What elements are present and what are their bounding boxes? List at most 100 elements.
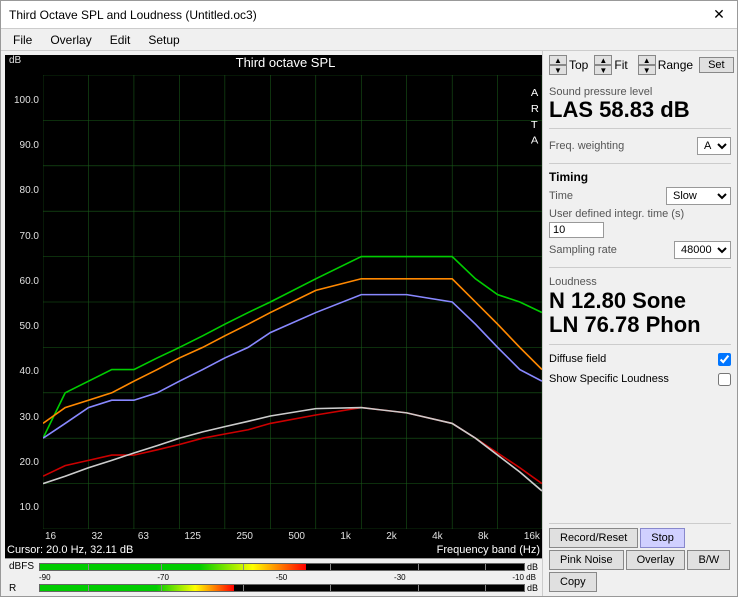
close-button[interactable]: ✕ xyxy=(709,5,729,25)
divider-1 xyxy=(549,128,731,129)
x-8k: 8k xyxy=(478,531,489,542)
title-bar: Third Octave SPL and Loudness (Untitled.… xyxy=(1,1,737,29)
user-time-row: User defined integr. time (s) xyxy=(549,208,731,238)
x-63: 63 xyxy=(138,531,149,542)
top-up-btn[interactable]: ▲ xyxy=(549,55,567,65)
copy-button[interactable]: Copy xyxy=(549,572,597,592)
n-value: N 12.80 Sone xyxy=(549,289,731,313)
freq-weighting-label: Freq. weighting xyxy=(549,140,624,152)
spl-value: LAS 58.83 dB xyxy=(549,98,731,122)
x-32: 32 xyxy=(91,531,102,542)
diffuse-field-row: Diffuse field xyxy=(549,353,731,366)
bottom-info-bar: Cursor: 20.0 Hz, 32.11 dB Frequency band… xyxy=(5,543,542,558)
x-1k: 1k xyxy=(340,531,351,542)
graph-wrapper: dB Third octave SPL 100.0 90.0 80.0 70.0… xyxy=(5,55,542,558)
y-20: 20.0 xyxy=(9,457,39,468)
range-down-btn[interactable]: ▼ xyxy=(638,65,656,75)
top-down-btn[interactable]: ▼ xyxy=(549,65,567,75)
top-label: Top xyxy=(569,58,588,72)
pink-noise-button[interactable]: Pink Noise xyxy=(549,550,624,570)
menu-file[interactable]: File xyxy=(5,31,40,49)
range-up-btn[interactable]: ▲ xyxy=(638,55,656,65)
fit-up-btn[interactable]: ▲ xyxy=(594,55,612,65)
menu-setup[interactable]: Setup xyxy=(140,31,187,49)
menu-edit[interactable]: Edit xyxy=(102,31,139,49)
spl-section: Sound pressure level LAS 58.83 dB xyxy=(549,86,731,122)
dbfs-tick-50: -50 xyxy=(276,573,288,582)
bw-button[interactable]: B/W xyxy=(687,550,730,570)
y-70: 70.0 xyxy=(9,231,39,242)
main-window: Third Octave SPL and Loudness (Untitled.… xyxy=(0,0,738,597)
graph-area: A R T A xyxy=(43,75,542,529)
right-panel: ▲ ▼ Top ▲ ▼ Fit ▲ ▼ xyxy=(542,51,737,596)
y-40: 40.0 xyxy=(9,366,39,377)
x-125: 125 xyxy=(184,531,201,542)
loudness-section: Loudness N 12.80 Sone LN 76.78 Phon xyxy=(549,276,731,337)
time-label: Time xyxy=(549,190,573,202)
chart-title: Third octave SPL xyxy=(43,55,528,75)
x-16k: 16k xyxy=(524,531,540,542)
diffuse-field-checkbox[interactable] xyxy=(718,353,731,366)
y-10: 10.0 xyxy=(9,502,39,513)
freq-weighting-select[interactable]: A B C Z xyxy=(697,137,731,155)
main-content: dB Third octave SPL 100.0 90.0 80.0 70.0… xyxy=(1,51,737,596)
right-panel-buttons: Record/Reset Stop Pink Noise Overlay B/W… xyxy=(549,523,731,592)
sampling-rate-row: Sampling rate 44100 48000 96000 xyxy=(549,241,731,259)
dbfs-L-max-label: dB xyxy=(527,562,538,572)
ln-value: LN 76.78 Phon xyxy=(549,313,731,337)
diffuse-field-label: Diffuse field xyxy=(549,353,606,365)
graph-svg: A R T A xyxy=(43,75,542,529)
show-specific-row: Show Specific Loudness xyxy=(549,373,731,386)
svg-text:A: A xyxy=(531,87,539,99)
x-4k: 4k xyxy=(432,531,443,542)
chart-container: dB Third octave SPL 100.0 90.0 80.0 70.0… xyxy=(5,55,542,596)
stop-button[interactable]: Stop xyxy=(640,528,685,548)
menu-bar: File Overlay Edit Setup xyxy=(1,29,737,51)
fit-label: Fit xyxy=(614,58,627,72)
y-50: 50.0 xyxy=(9,321,39,332)
y-axis: 100.0 90.0 80.0 70.0 60.0 50.0 40.0 30.0… xyxy=(5,75,43,529)
db-label: dB xyxy=(5,55,43,75)
window-title: Third Octave SPL and Loudness (Untitled.… xyxy=(9,8,257,22)
fit-down-btn[interactable]: ▼ xyxy=(594,65,612,75)
show-specific-label: Show Specific Loudness xyxy=(549,373,669,385)
x-500: 500 xyxy=(288,531,305,542)
dbfs-tick-30: -30 xyxy=(394,573,406,582)
timing-label: Timing xyxy=(549,170,731,184)
time-row: Time Slow Fast Impulse xyxy=(549,187,731,205)
svg-text:R: R xyxy=(531,103,539,115)
cursor-info: Cursor: 20.0 Hz, 32.11 dB xyxy=(7,544,133,556)
divider-3 xyxy=(549,267,731,268)
y-60: 60.0 xyxy=(9,276,39,287)
freq-weighting-row: Freq. weighting A B C Z xyxy=(549,137,731,155)
x-16: 16 xyxy=(45,531,56,542)
user-time-label: User defined integr. time (s) xyxy=(549,208,731,220)
y-30: 30.0 xyxy=(9,412,39,423)
divider-4 xyxy=(549,344,731,345)
sampling-rate-select[interactable]: 44100 48000 96000 xyxy=(674,241,731,259)
sampling-rate-label: Sampling rate xyxy=(549,244,617,256)
show-specific-checkbox[interactable] xyxy=(718,373,731,386)
loudness-label: Loudness xyxy=(549,276,731,288)
y-100: 100.0 xyxy=(9,95,39,106)
user-time-input[interactable] xyxy=(549,222,604,238)
timing-section: Timing Time Slow Fast Impulse User defin… xyxy=(549,170,731,261)
freq-band-label: Frequency band (Hz) xyxy=(437,544,540,556)
dbfs-R-max-label: dB xyxy=(527,583,538,593)
divider-2 xyxy=(549,163,731,164)
record-reset-button[interactable]: Record/Reset xyxy=(549,528,638,548)
menu-overlay[interactable]: Overlay xyxy=(42,31,99,49)
time-select[interactable]: Slow Fast Impulse xyxy=(666,187,731,205)
overlay-button[interactable]: Overlay xyxy=(626,550,686,570)
svg-text:T: T xyxy=(531,119,538,131)
x-2k: 2k xyxy=(386,531,397,542)
set-button[interactable]: Set xyxy=(699,57,734,73)
dbfs-R-label: R xyxy=(9,583,37,594)
y-90: 90.0 xyxy=(9,140,39,151)
top-range-controls: ▲ ▼ Top ▲ ▼ Fit ▲ ▼ xyxy=(549,55,731,75)
dbfs-L-label: dBFS xyxy=(9,561,37,572)
x-axis: 16 32 63 125 250 500 1k 2k 4k 8k 16k xyxy=(5,529,542,543)
x-250: 250 xyxy=(236,531,253,542)
dbfs-tick-70: -70 xyxy=(157,573,169,582)
dbfs-tick-10: -10 dB xyxy=(512,573,536,582)
